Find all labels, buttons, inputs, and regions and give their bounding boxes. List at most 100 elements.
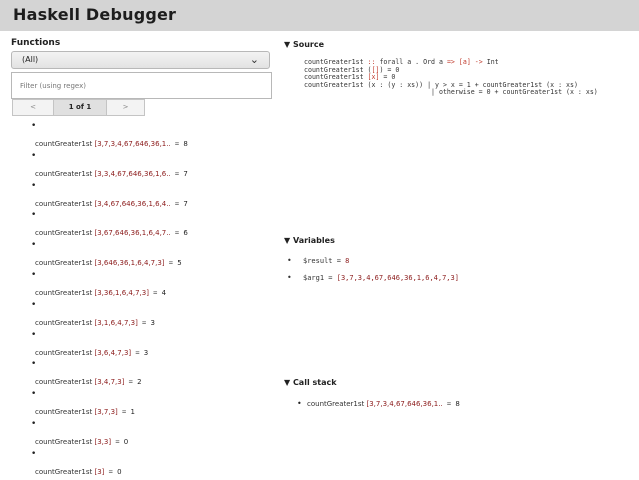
list-item[interactable]: • countGreater1st [3,36,1,6,4,7,3] = 4 bbox=[0, 269, 283, 301]
source-token-keyword: => bbox=[446, 58, 455, 66]
variable-item[interactable]: • $arg1 = [3,7,3,4,67,646,36,1,6,4,7,3] bbox=[287, 273, 459, 291]
list-item[interactable]: • countGreater1st [3,7,3] = 1 bbox=[0, 389, 283, 420]
call-result: 3 bbox=[143, 348, 149, 357]
app-header: Haskell Debugger bbox=[0, 0, 639, 31]
call-result: 8 bbox=[183, 140, 188, 148]
prev-page-button[interactable]: < bbox=[13, 100, 54, 115]
source-line: | otherwise = 0 + countGreater1st (x : x… bbox=[304, 89, 598, 97]
call-entry[interactable]: countGreater1st [3,7,3] = 1 bbox=[35, 408, 135, 416]
call-args: [3,1,6,4,7,3] bbox=[94, 318, 138, 327]
bullet: • bbox=[31, 418, 37, 429]
list-item[interactable]: • countGreater1st [3] = 0 bbox=[0, 448, 283, 480]
call-entry[interactable]: countGreater1st [3,6,4,7,3] = 3 bbox=[35, 349, 148, 357]
variable-value: 8 bbox=[345, 257, 350, 265]
call-entry[interactable]: countGreater1st [3,3] = 0 bbox=[35, 438, 128, 446]
source-token: | otherwise = 0 + countGreater1st (x : x… bbox=[304, 88, 598, 97]
equals-sign: = bbox=[170, 199, 184, 208]
variable-value: [3,7,3,4,67,646,36,1,6,4,7,3] bbox=[336, 274, 459, 282]
source-token-keyword: -> bbox=[474, 58, 483, 66]
bullet: • bbox=[31, 210, 37, 221]
bullet: • bbox=[31, 150, 37, 161]
bullet: • bbox=[287, 256, 292, 265]
call-args: [3,7,3,4,67,646,36,1.. bbox=[94, 140, 171, 148]
bullet: • bbox=[287, 273, 292, 282]
function-name: countGreater1st bbox=[35, 259, 95, 268]
app-title: Haskell Debugger bbox=[13, 5, 177, 24]
pager: < 1 of 1 > bbox=[12, 99, 145, 116]
list-item[interactable]: • countGreater1st [3,3] = 0 bbox=[0, 418, 283, 450]
equals-sign: = bbox=[137, 318, 151, 327]
list-item[interactable]: • countGreater1st [3,4,67,646,36,1,6,4.. … bbox=[0, 180, 283, 212]
call-args: [3,67,646,36,1,6,4,7.. bbox=[94, 229, 171, 238]
bullet: • bbox=[31, 240, 37, 251]
call-result: 7 bbox=[183, 199, 188, 208]
call-entry[interactable]: countGreater1st [3,1,6,4,7,3] = 3 bbox=[35, 319, 155, 327]
bullet: • bbox=[31, 359, 37, 370]
bullet: • bbox=[31, 389, 37, 400]
equals-sign: = bbox=[442, 400, 456, 408]
equals-sign: = bbox=[124, 378, 138, 387]
call-args: [3,6,4,7,3] bbox=[94, 348, 132, 357]
bullet: • bbox=[31, 329, 37, 340]
call-result: 3 bbox=[150, 318, 155, 327]
select-value: (All) bbox=[22, 55, 39, 64]
list-item[interactable]: • countGreater1st [3,67,646,36,1,6,4,7.. … bbox=[0, 210, 283, 241]
function-name: countGreater1st bbox=[35, 378, 95, 387]
list-item[interactable]: • countGreater1st [3,646,36,1,6,4,7,3] = … bbox=[0, 240, 283, 271]
call-args: [3,3] bbox=[94, 437, 112, 446]
page-indicator: 1 of 1 bbox=[54, 100, 107, 115]
callstack-section-title[interactable]: ▼ Call stack bbox=[284, 378, 337, 387]
next-page-button[interactable]: > bbox=[107, 100, 144, 115]
source-section-title[interactable]: ▼ Source bbox=[284, 40, 324, 49]
regex-filter-input[interactable] bbox=[11, 72, 272, 99]
function-name: countGreater1st bbox=[35, 140, 95, 148]
function-name: countGreater1st bbox=[35, 199, 95, 208]
call-args: [3,646,36,1,6,4,7,3] bbox=[94, 259, 165, 268]
chevron-down-icon: ⌄ bbox=[249, 53, 259, 66]
bullet: • bbox=[31, 299, 37, 310]
list-item[interactable]: • countGreater1st [3,7,3,4,67,646,36,1.. … bbox=[0, 121, 283, 152]
equals-sign: = bbox=[328, 274, 337, 282]
call-args: [3,4,67,646,36,1,6,4.. bbox=[94, 199, 171, 208]
call-entry[interactable]: countGreater1st [3,67,646,36,1,6,4,7.. =… bbox=[35, 229, 188, 237]
function-call-list: • countGreater1st [3,7,3,4,67,646,36,1.. … bbox=[0, 121, 283, 480]
function-name: countGreater1st bbox=[35, 348, 95, 357]
call-result: 6 bbox=[183, 229, 188, 238]
call-args: [3,36,1,6,4,7,3] bbox=[94, 288, 149, 297]
call-entry[interactable]: countGreater1st [3,4,7,3] = 2 bbox=[35, 378, 142, 386]
equals-sign: = bbox=[170, 229, 184, 238]
bullet: • bbox=[31, 448, 37, 459]
bullet: • bbox=[31, 121, 37, 131]
bullet: • bbox=[297, 399, 302, 408]
function-name: countGreater1st bbox=[35, 229, 95, 238]
call-result: 1 bbox=[130, 408, 135, 417]
equals-sign: = bbox=[111, 437, 124, 446]
variables-list: • $result = 8 • $arg1 = [3,7,3,4,67,646,36,… bbox=[287, 256, 459, 291]
call-entry[interactable]: countGreater1st [3,4,67,646,36,1,6,4.. =… bbox=[35, 200, 188, 208]
call-entry[interactable]: countGreater1st [3,7,3,4,67,646,36,1.. =… bbox=[35, 140, 188, 148]
function-name: countGreater1st bbox=[307, 400, 367, 408]
call-result: 2 bbox=[137, 378, 142, 387]
list-item[interactable]: • countGreater1st [3,4,7,3] = 2 bbox=[0, 359, 283, 390]
variable-item[interactable]: • $result = 8 bbox=[287, 256, 459, 274]
function-name: countGreater1st bbox=[35, 437, 95, 446]
call-args: [3,4,7,3] bbox=[94, 378, 125, 387]
variables-section-title[interactable]: ▼ Variables bbox=[284, 236, 335, 245]
equals-sign: = bbox=[164, 259, 178, 268]
function-filter-select[interactable]: (All) ⌄ bbox=[11, 51, 270, 69]
call-entry[interactable]: countGreater1st [3,3,4,67,646,36,1,6.. =… bbox=[35, 170, 188, 178]
list-item[interactable]: • countGreater1st [3,6,4,7,3] = 3 bbox=[0, 329, 283, 361]
list-item[interactable]: • countGreater1st [3,1,6,4,7,3] = 3 bbox=[0, 299, 283, 331]
equals-sign: = bbox=[170, 169, 184, 178]
function-name: countGreater1st bbox=[35, 288, 95, 297]
call-entry[interactable]: countGreater1st [3,646,36,1,6,4,7,3] = 5 bbox=[35, 259, 182, 267]
call-result: 5 bbox=[177, 259, 182, 268]
call-entry[interactable]: countGreater1st [3,36,1,6,4,7,3] = 4 bbox=[35, 289, 166, 297]
equals-sign: = bbox=[117, 408, 131, 417]
list-item[interactable]: • countGreater1st [3,3,4,67,646,36,1,6.. … bbox=[0, 150, 283, 182]
call-result: 7 bbox=[183, 169, 188, 178]
call-entry: countGreater1st [3,7,3,4,67,646,36,1.. =… bbox=[307, 400, 460, 408]
variable-name: $arg1 bbox=[303, 274, 329, 282]
bullet: • bbox=[31, 269, 37, 280]
bullet: • bbox=[31, 180, 37, 191]
